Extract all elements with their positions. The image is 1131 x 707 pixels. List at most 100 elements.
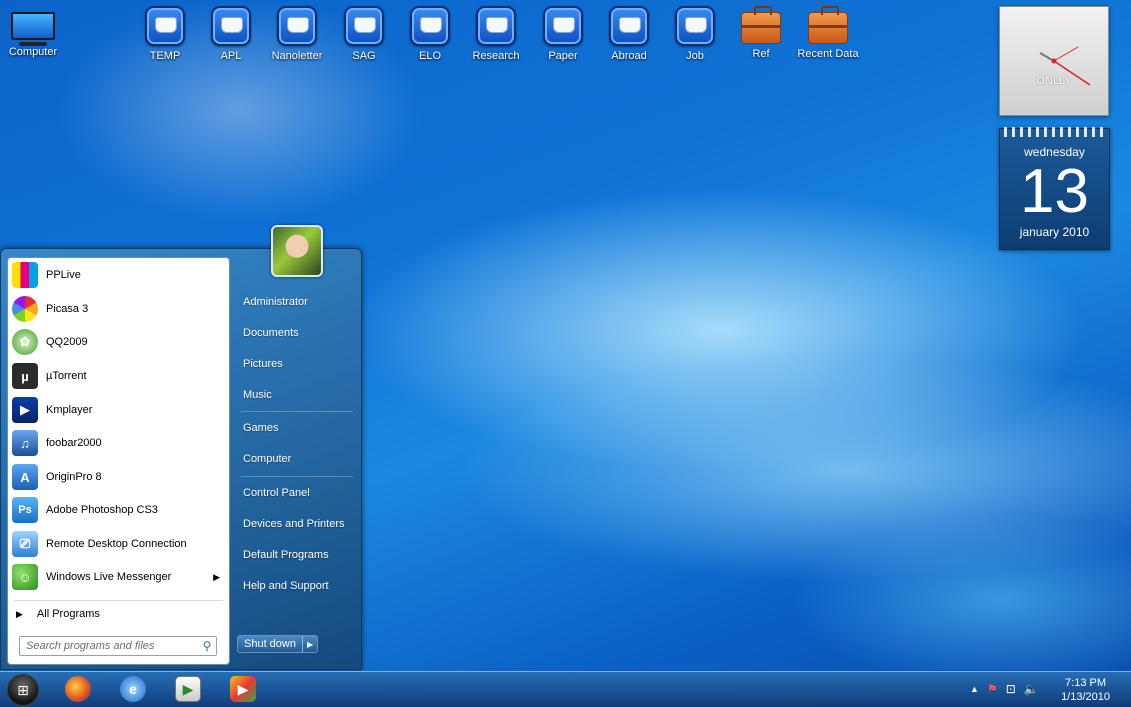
start-button[interactable]: ⊞ — [7, 674, 39, 706]
desktop-icon-sag[interactable]: SAG — [331, 6, 397, 62]
internet-explorer-icon: e — [129, 681, 137, 697]
desktop-icon-recent-data[interactable]: Recent Data — [795, 6, 861, 60]
folder-icon — [277, 6, 317, 46]
briefcase-icon — [741, 6, 781, 44]
link-default-programs[interactable]: Default Programs — [243, 549, 329, 561]
desktop-icon-ref[interactable]: Ref — [728, 6, 794, 60]
separator — [241, 476, 353, 477]
desktop-icon-paper[interactable]: Paper — [530, 6, 596, 62]
show-hidden-icons-icon[interactable]: ▲ — [970, 682, 979, 696]
media-player-icon: ▶ — [182, 680, 194, 697]
program-item[interactable]: µ µTorrent — [12, 360, 226, 392]
desktop-icon-label: Research — [472, 50, 520, 62]
program-item[interactable]: Ps Adobe Photoshop CS3 — [12, 494, 226, 526]
separator — [14, 600, 223, 601]
desktop-icon-research[interactable]: Research — [463, 6, 529, 62]
desktop-icon-computer[interactable]: Computer — [0, 6, 66, 58]
link-music[interactable]: Music — [243, 389, 272, 401]
link-control-panel[interactable]: Control Panel — [243, 487, 310, 499]
desktop-icon-elo[interactable]: ELO — [397, 6, 463, 62]
folder-icon — [211, 6, 251, 46]
program-label: PPLive — [46, 269, 81, 281]
program-item[interactable]: ☺ Windows Live Messenger ▶ — [12, 561, 226, 593]
action-center-flag-icon[interactable]: ⚑ — [987, 682, 998, 696]
all-programs-label: All Programs — [36, 608, 100, 620]
taskbar-internet-explorer[interactable]: e — [120, 676, 146, 702]
foobar-icon: ♫ — [12, 430, 38, 456]
photoshop-icon: Ps — [12, 497, 38, 523]
messenger-icon: ☺ — [12, 564, 38, 590]
desktop-icon-label: Abroad — [611, 50, 647, 62]
utorrent-icon: µ — [12, 363, 38, 389]
folder-icon — [675, 6, 715, 46]
clock-gadget[interactable]: ONLLY — [999, 6, 1109, 116]
folder-icon — [410, 6, 450, 46]
desktop-icon-label: TEMP — [149, 50, 181, 62]
link-help-support[interactable]: Help and Support — [243, 580, 329, 592]
clock-brand: ONLLY — [1036, 75, 1072, 87]
program-label: QQ2009 — [46, 336, 88, 348]
start-menu-programs-pane: PPLive Picasa 3 ✿ QQ2009 µ µTorrent ▶ Km… — [7, 257, 230, 665]
link-administrator[interactable]: Administrator — [243, 296, 308, 308]
submenu-arrow-icon[interactable]: ▶ — [213, 572, 220, 583]
search-icon[interactable]: ⚲ — [198, 639, 216, 653]
link-documents[interactable]: Documents — [243, 327, 299, 339]
desktop-icon-label: Recent Data — [797, 48, 859, 60]
calendar-gadget[interactable]: wednesday 13 january 2010 — [999, 127, 1110, 250]
taskbar-media-center[interactable]: ▶ — [230, 676, 256, 702]
media-center-icon: ▶ — [237, 680, 249, 697]
start-menu-places-pane: Administrator Documents Pictures Music G… — [237, 225, 361, 669]
user-avatar[interactable] — [271, 225, 323, 277]
triangle-right-icon: ▶ — [16, 608, 23, 619]
program-item[interactable]: ✿ QQ2009 — [12, 326, 226, 358]
program-label: Adobe Photoshop CS3 — [46, 504, 158, 516]
taskbar-clock[interactable]: 7:13 PM 1/13/2010 — [1061, 676, 1110, 704]
desktop-icon-label: Computer — [8, 46, 58, 58]
program-label: Windows Live Messenger — [46, 571, 172, 583]
desktop-icon-temp[interactable]: TEMP — [132, 6, 198, 62]
desktop-icon-label: APL — [220, 50, 242, 62]
link-games[interactable]: Games — [243, 422, 278, 434]
link-devices-printers[interactable]: Devices and Printers — [243, 518, 345, 530]
briefcase-icon — [808, 6, 848, 44]
desktop-icon-label: Ref — [752, 48, 770, 60]
calendar-month-year: january 2010 — [1019, 225, 1090, 239]
folder-icon — [609, 6, 649, 46]
folder-icon — [543, 6, 583, 46]
program-item[interactable]: ⎚ Remote Desktop Connection — [12, 528, 226, 560]
network-icon[interactable]: ⊡ — [1006, 682, 1016, 696]
shutdown-options-arrow-icon[interactable]: ▶ — [301, 636, 317, 652]
search-input[interactable]: Search programs and files — [20, 640, 198, 652]
program-label: OriginPro 8 — [46, 471, 102, 483]
shutdown-control: Shut down ▶ — [237, 635, 319, 653]
program-item[interactable]: PPLive — [12, 259, 226, 291]
desktop-icon-abroad[interactable]: Abroad — [596, 6, 662, 62]
pplive-icon — [12, 262, 38, 288]
remote-desktop-icon: ⎚ — [12, 531, 38, 557]
desktop-icon-label: Nanoletter — [271, 50, 323, 62]
program-item[interactable]: ♫ foobar2000 — [12, 427, 226, 459]
program-item[interactable]: ▶ Kmplayer — [12, 394, 226, 426]
link-computer[interactable]: Computer — [243, 453, 291, 465]
taskbar-media-player[interactable]: ▶ — [175, 676, 201, 702]
windows-logo-icon: ⊞ — [17, 681, 29, 698]
volume-icon[interactable]: 🔈 — [1024, 682, 1039, 696]
program-label: Remote Desktop Connection — [46, 538, 187, 550]
desktop-icon-job[interactable]: Job — [662, 6, 728, 62]
taskbar-firefox[interactable] — [65, 676, 91, 702]
desktop-icon-nanoletter[interactable]: Nanoletter — [264, 6, 330, 62]
shutdown-button[interactable]: Shut down — [238, 636, 302, 652]
folder-icon — [145, 6, 185, 46]
program-label: Picasa 3 — [46, 303, 89, 315]
originpro-icon: A — [12, 464, 38, 490]
search-box[interactable]: Search programs and files ⚲ — [19, 636, 217, 656]
desktop-icon-apl[interactable]: APL — [198, 6, 264, 62]
system-tray: ▲ ⚑ ⊡ 🔈 — [970, 682, 1039, 696]
all-programs-button[interactable]: ▶ All Programs — [16, 604, 100, 624]
taskbar: ⊞ e ▶ ▶ ▲ ⚑ ⊡ 🔈 7:13 PM 1/13/2010 — [0, 671, 1131, 707]
desktop-icon-label: SAG — [352, 50, 376, 62]
program-item[interactable]: A OriginPro 8 — [12, 461, 226, 493]
program-item[interactable]: Picasa 3 — [12, 293, 226, 325]
desktop-icon-label: ELO — [418, 50, 441, 62]
link-pictures[interactable]: Pictures — [243, 358, 283, 370]
